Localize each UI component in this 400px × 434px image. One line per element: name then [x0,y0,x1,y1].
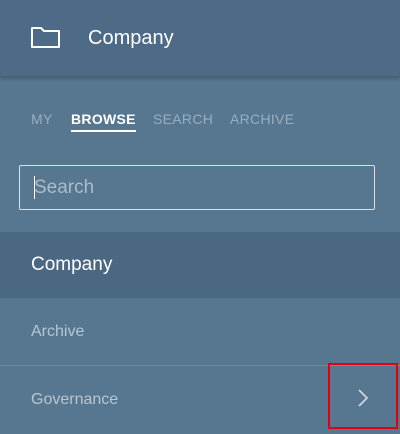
folder-icon[interactable] [30,25,62,49]
tab-archive[interactable]: ARCHIVE [230,111,294,127]
header-title: Company [88,27,174,49]
nav-item-label: Governance [31,391,119,408]
app-header: Company [0,0,400,77]
expand-governance-button[interactable] [328,363,398,429]
tab-browse[interactable]: BROWSE [71,111,136,132]
nav-item-governance[interactable]: Governance [0,363,400,434]
chevron-right-icon [356,388,370,408]
nav-item-company[interactable]: Company [0,232,400,298]
nav-item-label: Archive [31,323,85,340]
tab-my[interactable]: MY [31,111,53,127]
browse-panel: MY BROWSE SEARCH ARCHIVE Company Archive… [0,77,400,434]
nav-item-archive[interactable]: Archive [0,298,400,366]
tab-search[interactable]: SEARCH [153,111,213,127]
search-input[interactable] [19,165,375,210]
text-caret [34,176,35,199]
nav-list: Company Archive Governance [0,232,400,434]
nav-item-label: Company [31,254,113,275]
